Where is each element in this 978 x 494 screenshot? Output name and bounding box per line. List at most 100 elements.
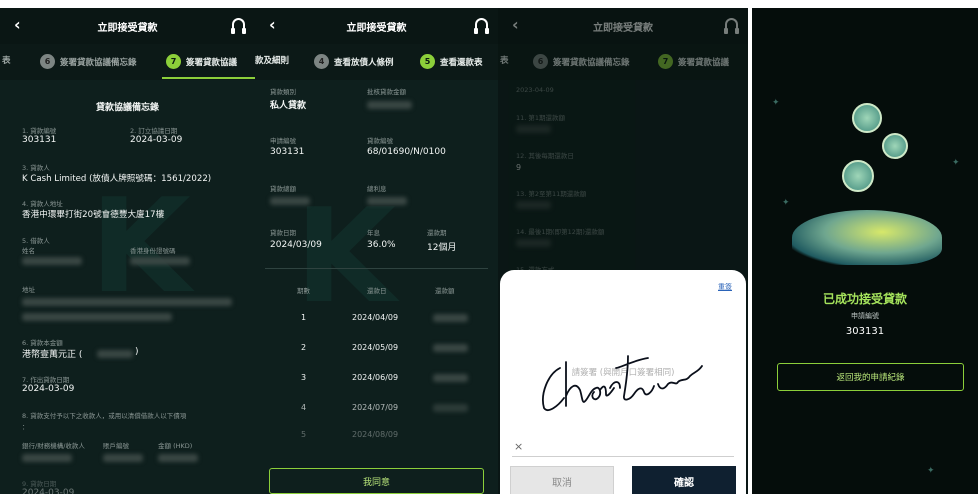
borrower-label: 5. 借款人 [22,237,50,245]
screen-repayment-table: ‹ 立即接受貸款 款及細則 4 查看放債人條例 5 查看還款表 K 貸款類別 私人貸… [255,8,498,494]
approved-amount-redacted [367,101,412,109]
sparkle-icon: ✦ [927,466,935,476]
col-period: 期數 [297,287,310,295]
row-5-period: 5 [301,430,307,439]
principal-value: 港幣壹萬元正 ( [22,350,83,360]
divider [265,268,488,269]
borrower-name-redacted [22,257,82,265]
loan-date-label: 貸款日期 [270,229,296,237]
step-5[interactable]: 5 查看還款表 [420,54,483,69]
confirm-button[interactable]: 確認 [632,466,736,494]
close-icon[interactable]: × [514,440,523,453]
step-bar: 表 6 簽署貸款協議備忘錄 7 簽署貸款協議 [498,44,748,80]
loan-date-label: 7. 作出貸款日期 [22,376,70,384]
col-amount: 還款額 [435,287,455,295]
row-3-period: 3 [301,373,307,382]
annual-rate-value: 36.0% [367,240,396,250]
coin-icon [882,133,908,159]
term-value: 12個月 [427,243,457,253]
application-no-value: 303131 [270,147,305,157]
top-bar: ‹ 立即接受貸款 [0,8,255,44]
bg-item-12-value: 9 [516,163,522,172]
top-bar: ‹ 立即接受貸款 [255,8,498,44]
headset-icon[interactable] [474,18,489,34]
screen-success: ✦ ✦ ✦ ✦ 已成功接受貸款 申請編號 303131 返回我的申請紀錄 [752,8,978,494]
bg-item-12: 12. 其後每期還款日 [516,152,574,160]
annual-rate-label: 年息 [367,229,380,237]
borrower-address-redacted [22,298,232,306]
page-title: 立即接受貸款 [346,23,407,34]
payee-col-amount: 金額 (HKD) [158,442,193,450]
step-7[interactable]: 7 簽署貸款協議 [166,54,237,69]
bg-redacted-14 [516,239,551,247]
principal-close: ) [135,347,139,357]
payee-amount-redacted [158,454,198,462]
application-no-label: 申請編號 [270,137,296,145]
payee-redacted [22,454,72,462]
bg-item-14: 14. 最後1期(即第12期)還款額 [516,228,605,236]
coin-icon [852,103,882,133]
row-2-amount-redacted [433,344,468,352]
principal-redacted [97,350,133,358]
agree-button[interactable]: 我同意 [269,468,484,494]
screen-signature: ‹ 立即接受貸款 表 6 簽署貸款協議備忘錄 7 簽署貸款協議 2023-04-09… [498,8,748,494]
col-due-date: 還款日 [367,287,387,295]
row-3-date: 2024/06/09 [352,373,399,382]
page-title: 立即接受貸款 [593,23,653,34]
bg-date: 2023-04-09 [516,86,554,94]
memorandum-heading: 貸款協議備忘錄 [95,103,159,113]
loan-no-label: 貸款編號 [367,137,393,145]
step-prev[interactable]: 款及細則 [255,54,289,66]
lender-address-value: 香港中環畢打街20號會德豐大廈17樓 [22,210,165,220]
row-2-date: 2024/05/09 [352,343,399,352]
loan-date-value: 2024-03-09 [22,384,75,394]
borrower-id-redacted [130,257,190,265]
loan-no-label: 1. 貸款編號 [22,127,57,135]
lender-address-label: 4. 貸款人地址 [22,200,63,208]
row-1-date: 2024/04/09 [352,313,399,322]
signature-line [512,456,734,457]
loan-date-9-label: 9. 貸款日期 [22,480,57,488]
agreement-date-value: 2024-03-09 [130,135,183,145]
row-4-date: 2024/07/09 [352,403,399,412]
step-prev[interactable]: 表 [500,54,509,66]
row-3-amount-redacted [433,374,468,382]
step-6[interactable]: 6 簽署貸款協議備忘錄 [40,54,137,69]
step-4[interactable]: 4 查看放債人條例 [314,54,394,69]
loan-no-value: 68/01690/N/0100 [367,147,446,157]
loan-summary-body: K 貸款類別 私人貸款 批核貸款金額 申請編號 303131 貸款編號 68/0… [255,80,498,494]
clear-signature-link[interactable]: 重簽 [718,282,732,292]
approved-amount-label: 批核貸款金額 [367,88,406,96]
lender-value: K Cash Limited (放債人牌照號碼：1561/2022) [22,174,212,184]
back-to-records-button[interactable]: 返回我的申請紀錄 [777,363,964,391]
step-7[interactable]: 7 簽署貸款協議 [658,54,729,69]
borrower-address-label: 地址 [22,286,35,294]
bg-redacted-11 [516,125,551,133]
bg-item-13: 13. 第2至第11期還款額 [516,190,587,198]
loan-date-value: 2024/03/09 [270,240,322,250]
step-6[interactable]: 6 簽署貸款協議備忘錄 [533,54,630,69]
headset-icon[interactable] [231,18,246,34]
bg-redacted-13 [516,201,551,209]
memorandum-body: K 貸款協議備忘錄 1. 貸款編號 303131 2. 訂立協議日期 2024-… [0,80,255,494]
borrower-id-label: 香港身份證號碼 [130,247,176,255]
row-1-period: 1 [301,313,307,322]
agreement-date-label: 2. 訂立協議日期 [130,127,178,135]
coin-icon [842,160,874,192]
application-no-value: 303131 [845,326,885,337]
headset-icon[interactable] [724,18,739,34]
loan-type-value: 私人貸款 [270,101,307,111]
sparkle-icon: ✦ [782,198,790,208]
signature-modal: 重簽 請簽署 (與開戶口簽署相同) × 取消 確認 [500,270,746,494]
application-no-label: 申請編號 [851,312,879,320]
cancel-button[interactable]: 取消 [510,466,614,494]
loan-type-label: 貸款類別 [270,88,296,96]
coin-pile-icon [792,210,942,265]
row-4-period: 4 [301,403,307,412]
top-bar: ‹ 立即接受貸款 [498,8,748,44]
row-1-amount-redacted [433,314,468,322]
step-prev[interactable]: 表 [2,54,11,66]
screen-memorandum: ‹ 立即接受貸款 表 6 簽署貸款協議備忘錄 7 簽署貸款協議 K 貸款協議備忘錄 … [0,8,255,494]
loan-date-9-value: 2024-03-09 [22,488,75,494]
signature-drawing[interactable] [530,310,720,420]
